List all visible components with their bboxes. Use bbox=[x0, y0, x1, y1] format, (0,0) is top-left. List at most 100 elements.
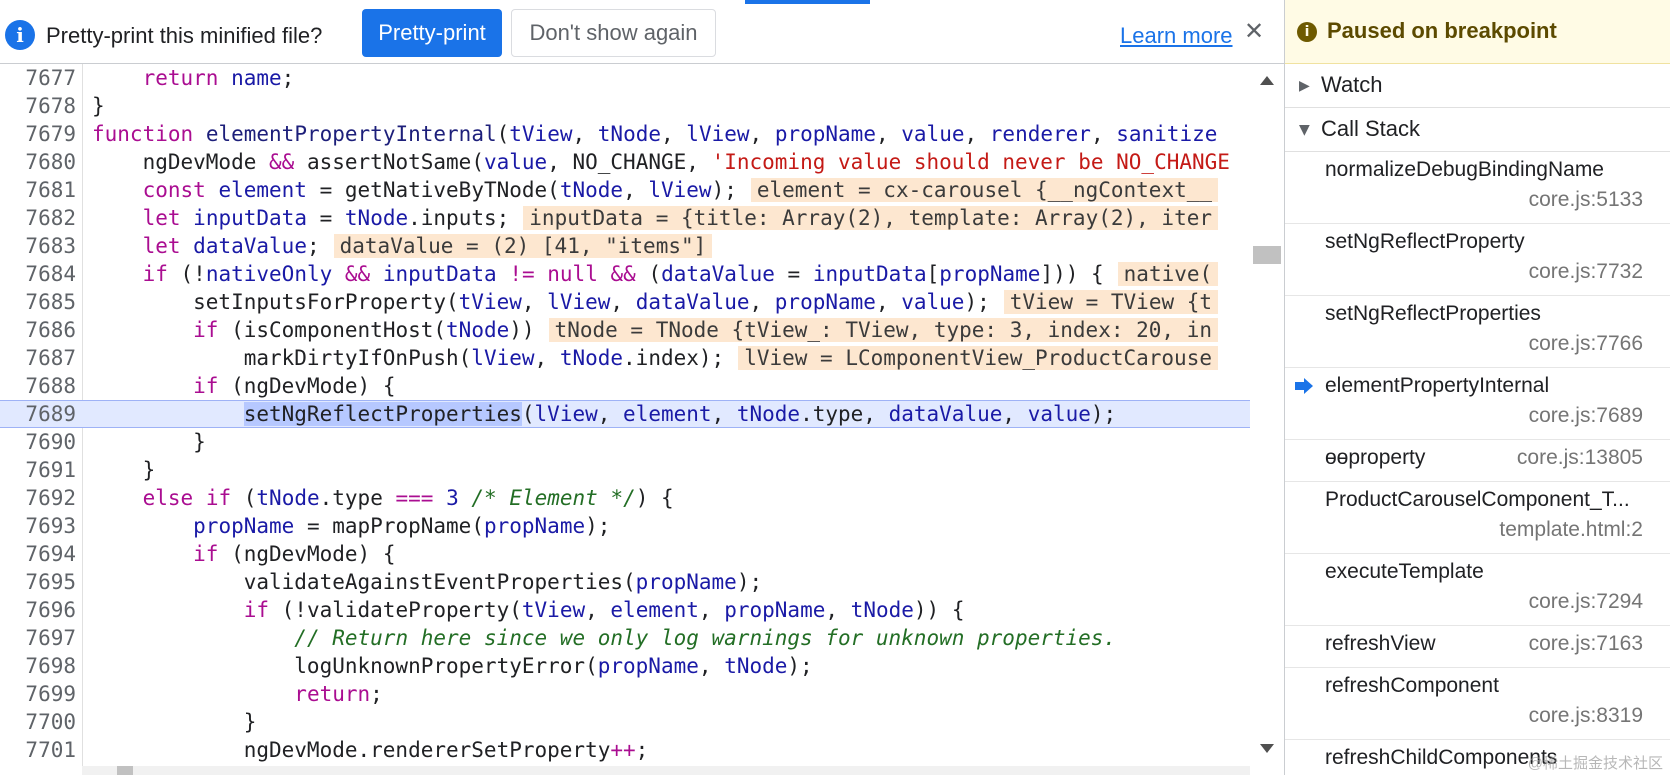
code-line[interactable]: 7698 logUnknownPropertyError(propName, t… bbox=[0, 652, 1250, 680]
code-line[interactable]: 7680 ngDevMode && assertNotSame(value, N… bbox=[0, 148, 1250, 176]
pretty-print-button[interactable]: Pretty-print bbox=[362, 9, 502, 57]
code-line[interactable]: 7690 } bbox=[0, 428, 1250, 456]
code-line[interactable]: 7677 return name; bbox=[0, 64, 1250, 92]
frame-location[interactable]: core.js:13805 bbox=[1517, 446, 1643, 470]
code-line[interactable]: 7683 let dataValue; dataValue = (2) [41, … bbox=[0, 232, 1250, 260]
code-line[interactable]: 7686 if (isComponentHost(tNode)) tNode = … bbox=[0, 316, 1250, 344]
pretty-print-infobar: i Pretty-print this minified file? Prett… bbox=[0, 0, 1284, 64]
call-frame-selected[interactable]: elementPropertyInternal core.js:7689 bbox=[1285, 368, 1670, 440]
frame-location[interactable]: core.js:7294 bbox=[1529, 590, 1643, 614]
scroll-up-arrow-icon[interactable] bbox=[1260, 76, 1274, 85]
call-frame[interactable]: normalizeDebugBindingName core.js:5133 bbox=[1285, 152, 1670, 224]
code-line[interactable]: 7693 propName = mapPropName(propName); bbox=[0, 512, 1250, 540]
frame-function: executeTemplate bbox=[1325, 560, 1484, 583]
watermark: @稀土掘金技术社区 bbox=[1527, 755, 1663, 772]
frame-location[interactable]: core.js:7766 bbox=[1529, 332, 1643, 356]
dont-show-again-button[interactable]: Don't show again bbox=[511, 9, 716, 57]
call-frame[interactable]: ɵɵproperty core.js:13805 bbox=[1285, 440, 1670, 482]
frame-function: refreshView bbox=[1325, 632, 1436, 655]
inline-value: inputData = {title: Array(2), template: … bbox=[523, 206, 1219, 230]
line-number: 7695 bbox=[25, 570, 76, 594]
frame-function: setNgReflectProperties bbox=[1325, 302, 1541, 325]
code-line[interactable]: 7699 return; bbox=[0, 680, 1250, 708]
paused-status: Paused on breakpoint bbox=[1327, 18, 1557, 43]
frame-location[interactable]: core.js:7732 bbox=[1529, 260, 1643, 284]
line-number: 7681 bbox=[25, 178, 76, 202]
code-line[interactable]: 7695 validateAgainstEventProperties(prop… bbox=[0, 568, 1250, 596]
inline-value: dataValue = (2) [41, "items"] bbox=[333, 234, 713, 258]
line-number: 7700 bbox=[25, 710, 76, 734]
line-number: 7696 bbox=[25, 598, 76, 622]
inline-value: native( bbox=[1117, 262, 1219, 286]
code-line[interactable]: 7692 else if (tNode.type === 3 /* Elemen… bbox=[0, 484, 1250, 512]
callstack-section-header[interactable]: ▼ Call Stack bbox=[1285, 108, 1670, 152]
line-number: 7677 bbox=[25, 66, 76, 90]
code-line[interactable]: 7678} bbox=[0, 92, 1250, 120]
scroll-down-arrow-icon[interactable] bbox=[1260, 744, 1274, 753]
frame-location[interactable]: core.js:7163 bbox=[1529, 632, 1643, 656]
close-icon[interactable]: ✕ bbox=[1244, 17, 1264, 45]
horizontal-scrollbar[interactable] bbox=[82, 766, 1250, 775]
code-line[interactable]: 7688 if (ngDevMode) { bbox=[0, 372, 1250, 400]
chevron-down-icon: ▼ bbox=[1299, 122, 1310, 138]
frame-function: setNgReflectProperty bbox=[1325, 230, 1525, 253]
line-number: 7698 bbox=[25, 654, 76, 678]
frame-function: refreshComponent bbox=[1325, 674, 1499, 697]
current-execution-line[interactable]: 7689 setNgReflectProperties(lView, eleme… bbox=[0, 400, 1250, 428]
line-number: 7688 bbox=[25, 374, 76, 398]
call-frame[interactable]: setNgReflectProperties core.js:7766 bbox=[1285, 296, 1670, 368]
call-frame[interactable]: ProductCarouselComponent_T... template.h… bbox=[1285, 482, 1670, 554]
code-line[interactable]: 7696 if (!validateProperty(tView, elemen… bbox=[0, 596, 1250, 624]
inline-value: lView = LComponentView_ProductCarouse bbox=[738, 346, 1218, 370]
call-frame[interactable]: refreshView core.js:7163 bbox=[1285, 626, 1670, 668]
paused-banner: i Paused on breakpoint bbox=[1285, 0, 1670, 64]
horizontal-scrollbar-thumb[interactable] bbox=[117, 766, 133, 775]
scrollbar-thumb[interactable] bbox=[1253, 246, 1281, 264]
code-editor[interactable]: 7677 return name; 7678} 7679 function ele… bbox=[0, 64, 1250, 775]
callstack-label: Call Stack bbox=[1321, 116, 1421, 141]
frame-location[interactable]: template.html:2 bbox=[1499, 518, 1643, 542]
line-number: 7679 bbox=[25, 122, 76, 146]
frame-function: normalizeDebugBindingName bbox=[1325, 158, 1604, 181]
line-number: 7690 bbox=[25, 430, 76, 454]
pretty-print-prompt: Pretty-print this minified file? bbox=[46, 23, 323, 48]
call-frame[interactable]: setNgReflectProperty core.js:7732 bbox=[1285, 224, 1670, 296]
code-line[interactable]: 7694 if (ngDevMode) { bbox=[0, 540, 1250, 568]
line-number: 7694 bbox=[25, 542, 76, 566]
code-line[interactable]: 7679 function elementPropertyInternal(tVi… bbox=[0, 120, 1250, 148]
line-number: 7699 bbox=[25, 682, 76, 706]
frame-function: ɵɵproperty bbox=[1325, 446, 1426, 469]
code-line[interactable]: 7697 // Return here since we only log wa… bbox=[0, 624, 1250, 652]
info-icon: i bbox=[5, 20, 35, 50]
code-line[interactable]: 7687 markDirtyIfOnPush(lView, tNode.inde… bbox=[0, 344, 1250, 372]
frame-location[interactable]: core.js:5133 bbox=[1529, 188, 1643, 212]
frame-location[interactable]: core.js:8319 bbox=[1529, 704, 1643, 728]
line-number: 7693 bbox=[25, 514, 76, 538]
code-line[interactable]: 7684 if (!nativeOnly && inputData != nul… bbox=[0, 260, 1250, 288]
info-icon: i bbox=[1297, 22, 1317, 42]
watch-label: Watch bbox=[1321, 72, 1383, 97]
call-frame[interactable]: refreshComponent core.js:8319 bbox=[1285, 668, 1670, 740]
frame-location[interactable]: core.js:7689 bbox=[1529, 404, 1643, 428]
line-number: 7685 bbox=[25, 290, 76, 314]
code-line[interactable]: 7691 } bbox=[0, 456, 1250, 484]
frame-function: elementPropertyInternal bbox=[1325, 374, 1550, 397]
code-line[interactable]: 7681 const element = getNativeByTNode(tN… bbox=[0, 176, 1250, 204]
debugger-sidebar: i Paused on breakpoint ▶ Watch ▼ Call St… bbox=[1284, 0, 1670, 775]
code-line[interactable]: 7682 let inputData = tNode.inputs; inputD… bbox=[0, 204, 1250, 232]
call-frame[interactable]: executeTemplate core.js:7294 bbox=[1285, 554, 1670, 626]
line-number: 7686 bbox=[25, 318, 76, 342]
learn-more-link[interactable]: Learn more bbox=[1120, 20, 1233, 52]
line-number: 7684 bbox=[25, 262, 76, 286]
line-number: 7687 bbox=[25, 346, 76, 370]
watch-section-header[interactable]: ▶ Watch bbox=[1285, 64, 1670, 108]
code-line[interactable]: 7685 setInputsForProperty(tView, lView, … bbox=[0, 288, 1250, 316]
inline-value: element = cx-carousel {__ngContext__ bbox=[750, 178, 1219, 202]
line-number: 7678 bbox=[25, 94, 76, 118]
code-line[interactable]: 7700 } bbox=[0, 708, 1250, 736]
active-tab-indicator bbox=[745, 0, 870, 4]
line-number: 7682 bbox=[25, 206, 76, 230]
code-line[interactable]: 7701 ngDevMode.rendererSetProperty++; bbox=[0, 736, 1250, 764]
vertical-scrollbar[interactable] bbox=[1250, 64, 1284, 775]
frame-function: ProductCarouselComponent_T... bbox=[1325, 488, 1630, 511]
